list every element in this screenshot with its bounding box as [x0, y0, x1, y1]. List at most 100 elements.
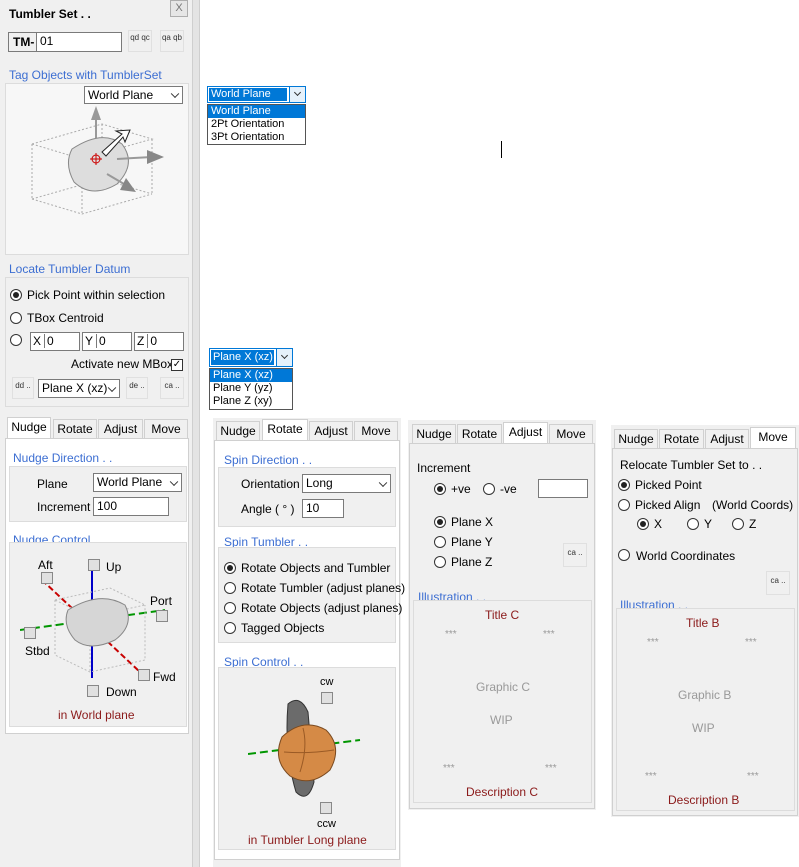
spin-opt3-radio[interactable] — [224, 602, 236, 614]
adjust-illus-group — [413, 600, 592, 803]
nudge-plane-select[interactable]: World Plane — [93, 473, 182, 492]
nudge-dir-title: Nudge Direction . . — [13, 451, 113, 465]
nudge-aft-button[interactable] — [41, 572, 53, 584]
dropdown-2-option[interactable]: Plane X (xz) — [210, 369, 292, 382]
tm-icon-button-2[interactable]: qa qb — [160, 30, 184, 52]
tm-icon-button-1[interactable]: qd qc — [128, 30, 152, 52]
nudge-fwd-button[interactable] — [138, 669, 150, 681]
adjust-neg-label: -ve — [500, 482, 517, 496]
nudge-down-button[interactable] — [87, 685, 99, 697]
activate-mbox-checkbox[interactable]: ✓ — [171, 359, 183, 371]
datum-icon-button-1[interactable]: dd .. — [12, 377, 34, 399]
spin-opt3-label: Rotate Objects (adjust planes) — [241, 601, 403, 615]
plane-dropdown-1-arrow[interactable] — [289, 87, 305, 102]
plane-dropdown-2[interactable]: Plane X (xz) — [209, 348, 293, 367]
angle-field[interactable]: 10 — [302, 499, 344, 518]
dropdown-2-option[interactable]: Plane Z (xy) — [210, 395, 292, 408]
nudge-stbd-button[interactable] — [24, 627, 36, 639]
z-label: Z — [137, 334, 145, 348]
close-button[interactable]: X — [170, 0, 188, 17]
spin-caption: in Tumbler Long plane — [248, 833, 367, 847]
move-picked-align-label: Picked Align — [635, 498, 701, 512]
spin-opt4-radio[interactable] — [224, 622, 236, 634]
adjust-plane-z-radio[interactable] — [434, 556, 446, 568]
move-x-radio[interactable] — [637, 518, 649, 530]
tab-adjust[interactable]: Adjust — [98, 419, 143, 439]
tab-adjust[interactable]: Adjust — [705, 429, 749, 449]
datum-x-field[interactable]: X0 — [30, 332, 80, 351]
move-y-radio[interactable] — [687, 518, 699, 530]
tm-id-field[interactable]: 01 — [36, 32, 122, 52]
adjust-plane-x-label: Plane X — [451, 515, 494, 529]
spin-opt4-label: Tagged Objects — [241, 621, 325, 635]
plane-dropdown-1[interactable]: World Plane — [207, 86, 306, 103]
adjust-neg-radio[interactable] — [483, 483, 495, 495]
tag-objects-title: Tag Objects with TumblerSet — [9, 68, 162, 82]
move-x-label: X — [654, 517, 663, 531]
adjust-value-field[interactable] — [538, 479, 588, 498]
angle-label: Angle ( ° ) — [241, 502, 295, 516]
move-z-label: Z — [749, 517, 757, 531]
datum-icon-button-2[interactable]: de .. — [126, 377, 148, 399]
datum-y-field[interactable]: Y0 — [82, 332, 132, 351]
adjust-illus-heading: Title C — [485, 608, 520, 622]
datum-z-field[interactable]: Z0 — [134, 332, 184, 351]
move-z-radio[interactable] — [732, 518, 744, 530]
move-y-label: Y — [704, 517, 713, 531]
tab-rotate[interactable]: Rotate — [659, 429, 704, 449]
tab-rotate[interactable]: Rotate — [457, 424, 502, 444]
dropdown-2-option[interactable]: Plane Y (yz) — [210, 382, 292, 395]
tab-adjust[interactable]: Adjust — [309, 421, 353, 441]
adjust-illus-description: Description C — [466, 785, 539, 799]
nudge-increment-field[interactable]: 100 — [93, 497, 169, 516]
tab-move[interactable]: Move — [144, 419, 188, 439]
adjust-pos-radio[interactable] — [434, 483, 446, 495]
move-stars-tr: *** — [745, 637, 757, 648]
datum-icon-button-3[interactable]: ca .. — [160, 377, 184, 399]
tab-move[interactable]: Move — [750, 427, 796, 449]
datum-xyz-radio[interactable] — [10, 334, 22, 346]
orientation-select[interactable]: Long — [302, 474, 391, 493]
x-value: 0 — [44, 334, 54, 348]
adjust-icon-button[interactable]: ca .. — [563, 543, 587, 567]
tab-rotate[interactable]: Rotate — [262, 419, 308, 441]
x-label: X — [33, 334, 42, 348]
tab-adjust[interactable]: Adjust — [503, 422, 548, 444]
ccw-button[interactable] — [320, 802, 332, 814]
move-world-label: World Coordinates — [636, 549, 736, 563]
adjust-plane-y-radio[interactable] — [434, 536, 446, 548]
move-picked-point-radio[interactable] — [618, 479, 630, 491]
move-icon-button[interactable]: ca .. — [766, 571, 790, 595]
move-world-radio[interactable] — [618, 549, 630, 561]
nudge-up-button[interactable] — [88, 559, 100, 571]
orientation-label: Orientation — [241, 477, 300, 491]
adjust-pos-label: +ve — [451, 482, 471, 496]
datum-plane-select[interactable]: Plane X (xz) — [38, 379, 120, 398]
move-stars-bl: *** — [645, 771, 657, 782]
tab-rotate[interactable]: Rotate — [53, 419, 97, 439]
nudge-port-button[interactable] — [156, 610, 168, 622]
tab-nudge[interactable]: Nudge — [216, 421, 260, 441]
orientation-value: Long — [306, 476, 333, 490]
move-picked-align-radio[interactable] — [618, 499, 630, 511]
datum-pick-radio[interactable] — [10, 289, 22, 301]
tab-move[interactable]: Move — [549, 424, 593, 444]
tab-nudge[interactable]: Nudge — [7, 417, 51, 439]
dropdown-1-option[interactable]: 3Pt Orientation — [208, 131, 305, 144]
tag-plane-select[interactable]: World Plane — [84, 86, 183, 104]
spin-opt2-label: Rotate Tumbler (adjust planes) — [241, 581, 406, 595]
tab-nudge[interactable]: Nudge — [614, 429, 658, 449]
move-stars-br: *** — [747, 771, 759, 782]
dropdown-1-option[interactable]: World Plane — [208, 105, 305, 118]
tab-move[interactable]: Move — [354, 421, 398, 441]
move-wip-label: WIP — [692, 721, 715, 735]
spin-opt1-radio[interactable] — [224, 562, 236, 574]
tab-nudge[interactable]: Nudge — [412, 424, 456, 444]
plane-dropdown-2-arrow[interactable] — [276, 349, 292, 366]
nudge-plane-label: Plane — [37, 477, 68, 491]
dropdown-1-option[interactable]: 2Pt Orientation — [208, 118, 305, 131]
datum-tbox-radio[interactable] — [10, 312, 22, 324]
spin-opt2-radio[interactable] — [224, 582, 236, 594]
adjust-plane-x-radio[interactable] — [434, 516, 446, 528]
spin-dir-title: Spin Direction . . — [224, 453, 313, 467]
